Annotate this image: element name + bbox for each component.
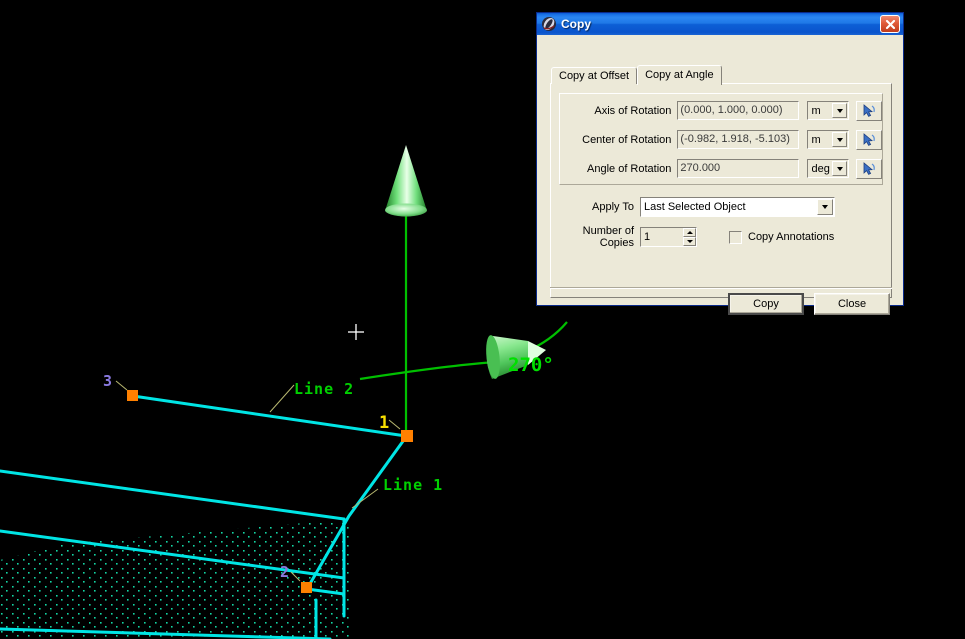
tab-copy-at-angle-label: Copy at Angle [645,69,714,81]
axis-of-rotation-label: Axis of Rotation [594,104,672,117]
center-of-rotation-input[interactable]: (-0.982, 1.918, -5.103) [677,130,800,149]
close-button[interactable] [880,15,900,33]
copy-annotations-checkbox[interactable]: Copy Annotations [729,230,835,244]
tabstrip: Copy at Offset Copy at Angle [551,65,722,85]
stepper-down-icon[interactable] [683,237,696,246]
angle-of-rotation-input[interactable]: 270.000 [677,159,800,178]
apply-to-select[interactable]: Last Selected Object [640,197,835,217]
center-unit-select[interactable]: m [807,130,849,149]
footer-separator [550,287,892,289]
angle-unit-select[interactable]: deg [807,159,849,178]
axis-of-rotation-row: Axis of Rotation (0.000, 1.000, 0.000) m [560,100,882,121]
angle-of-rotation-row: Angle of Rotation 270.000 deg [560,158,882,179]
apply-to-row: Apply To Last Selected Object [551,197,891,217]
rotation-axis [385,145,427,437]
rotation-group: Axis of Rotation (0.000, 1.000, 0.000) m [559,93,883,185]
apply-to-label: Apply To [592,201,634,213]
dialog-title: Copy [561,17,591,31]
number-of-copies-stepper[interactable]: 1 [640,227,697,247]
close-icon [885,19,895,29]
center-of-rotation-label: Center of Rotation [582,133,672,146]
tab-copy-at-offset-label: Copy at Offset [559,70,630,82]
close-dialog-button[interactable]: Close [814,293,890,315]
rotation-direction-cone [486,335,546,379]
copy-button[interactable]: Copy [728,293,804,315]
stepper-up-icon[interactable] [683,228,696,237]
vertex-marker-3 [127,390,138,401]
axis-of-rotation-input[interactable]: (0.000, 1.000, 0.000) [677,101,800,120]
angle-pick-button[interactable] [856,158,882,179]
tab-panel-copy-at-angle: Axis of Rotation (0.000, 1.000, 0.000) m [550,83,892,298]
tab-copy-at-angle[interactable]: Copy at Angle [637,65,722,85]
number-of-copies-label: Number of Copies [582,225,634,249]
apply-to-value: Last Selected Object [644,201,746,213]
copy-annotations-label: Copy Annotations [748,231,835,243]
axis-pick-button[interactable] [856,100,882,121]
point-cloud-region [0,519,350,639]
vertex-marker-1 [401,430,413,442]
stepper-arrows[interactable] [683,228,696,246]
chevron-down-icon [832,161,847,176]
chevron-down-icon [817,199,833,215]
tab-copy-at-offset[interactable]: Copy at Offset [551,67,638,84]
copy-swirl-icon [542,17,556,31]
number-of-copies-value: 1 [644,231,651,243]
number-of-copies-row: Number of Copies 1 Copy Annotations [551,225,891,249]
axis-unit-select[interactable]: m [807,101,849,120]
vertex-marker-2 [301,582,312,593]
chevron-down-icon [832,132,847,147]
checkbox-box[interactable] [729,230,742,244]
dialog-titlebar[interactable]: Copy [537,13,903,35]
axis-unit-value: m [811,104,821,117]
dialog-body: Copy at Offset Copy at Angle Axis of Rot… [537,35,903,315]
angle-unit-value: deg [811,162,830,175]
chevron-down-icon [832,103,847,118]
copy-dialog[interactable]: Copy Copy at Offset Copy at Angle Axis o… [536,12,904,315]
center-pick-button[interactable] [856,129,882,150]
center-unit-value: m [811,133,821,146]
center-of-rotation-row: Center of Rotation (-0.982, 1.918, -5.10… [560,129,882,150]
pick-cursor-icon [863,161,875,175]
footer-buttons: Copy Close [728,293,890,315]
crosshair-cursor [348,324,364,340]
pick-cursor-icon [863,103,875,117]
pick-cursor-icon [863,132,875,146]
angle-of-rotation-label: Angle of Rotation [587,162,672,175]
